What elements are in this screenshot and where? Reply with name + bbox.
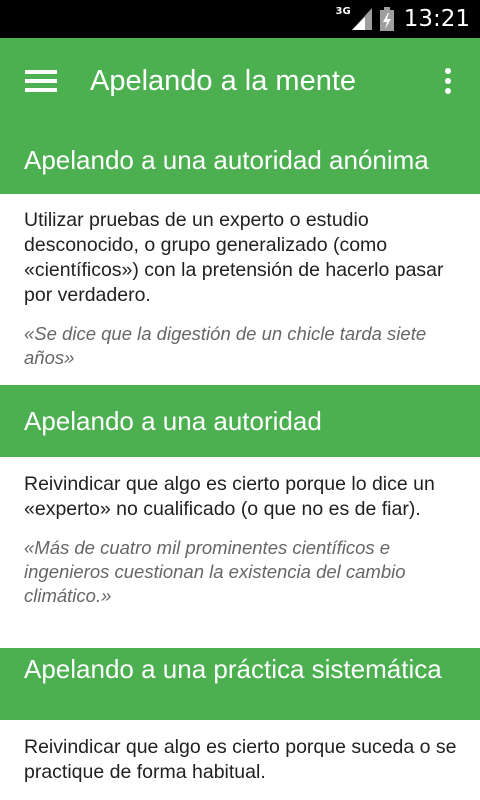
section-body: Reivindicar que algo es cierto porque su… (0, 735, 480, 785)
section-title: Apelando a una autoridad (24, 406, 322, 436)
section-title: Apelando a una autoridad anónima (24, 145, 429, 175)
signal-strength-icon (351, 8, 372, 30)
clock: 13:21 (403, 6, 470, 32)
section-example: «Se dice que la digestión de un chicle t… (24, 323, 427, 368)
section-description: Reivindicar que algo es cierto porque lo… (24, 473, 435, 520)
section-example: «Más de cuatro mil prominentes científic… (24, 537, 406, 606)
section-title: Apelando a una práctica sistemática (24, 654, 442, 684)
section-description: Utilizar pruebas de un experto o estudio… (24, 209, 444, 306)
section-body: Reivindicar que algo es cierto porque lo… (0, 472, 480, 608)
network-type-label: 3G (335, 5, 351, 17)
hamburger-menu-icon[interactable] (25, 70, 57, 92)
app-title: Apelando a la mente (90, 65, 357, 97)
section-header: Apelando a una autoridad anónima (0, 124, 480, 194)
section-header: Apelando a una práctica sistemática (0, 648, 480, 720)
overflow-menu-icon[interactable] (444, 68, 452, 94)
section-description: Reivindicar que algo es cierto porque su… (24, 736, 457, 783)
app-bar: Apelando a la mente (0, 38, 480, 124)
status-icons: 3G 13:21 (336, 0, 470, 38)
battery-icon (379, 7, 394, 31)
section-header: Apelando a una autoridad (0, 385, 480, 457)
status-bar: 3G 13:21 (0, 0, 480, 38)
section-body: Utilizar pruebas de un experto o estudio… (0, 208, 480, 370)
